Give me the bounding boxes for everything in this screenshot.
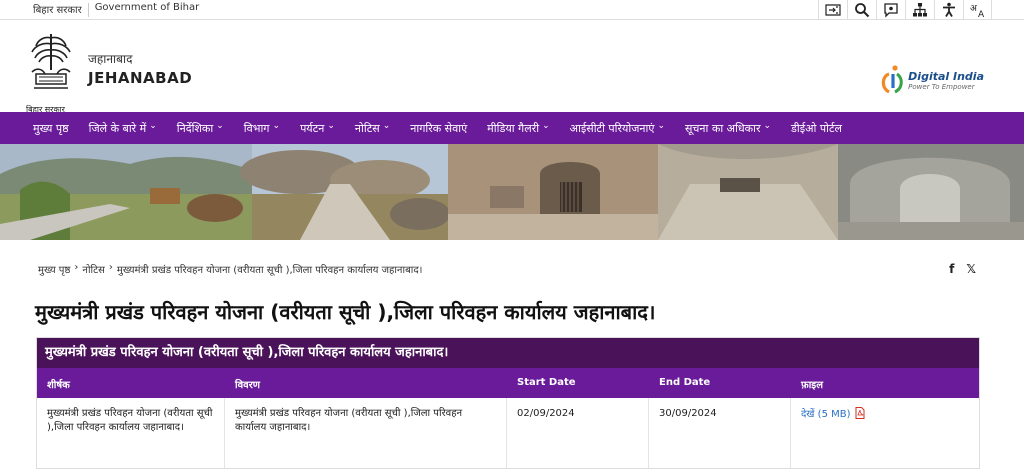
district-name-hindi: जहानाबाद xyxy=(88,52,133,66)
nav-item-label: डीईओ पोर्टल xyxy=(791,121,843,135)
share-links: f 𝕏 xyxy=(937,262,976,276)
chevron-down-icon: ⌄ xyxy=(657,121,665,131)
table-row: मुख्यमंत्री प्रखंड परिवहन योजना (वरीयता … xyxy=(37,398,979,468)
nav-item-label: विभाग xyxy=(243,121,270,135)
banner-image-cave-interior xyxy=(658,144,838,240)
digital-india-title: Digital India xyxy=(908,69,984,83)
breadcrumb-separator: › xyxy=(108,262,113,273)
accessibility-toolbar: अA xyxy=(818,0,992,20)
nav-item-7[interactable]: मीडिया गैलरी ⌄ xyxy=(487,121,549,136)
chevron-down-icon: ⌄ xyxy=(327,121,335,131)
top-bar: बिहार सरकार Government of Bihar अA xyxy=(0,0,1024,20)
nav-item-3[interactable]: विभाग ⌄ xyxy=(244,121,280,136)
government-of-bihar-link[interactable]: Government of Bihar xyxy=(89,2,206,17)
column-header-description: विवरण xyxy=(235,380,261,391)
top-bar-links: बिहार सरकार Government of Bihar xyxy=(27,2,205,17)
cell-description: मुख्यमंत्री प्रखंड परिवहन योजना (वरीयता … xyxy=(225,398,507,468)
column-header-title: शीर्षक xyxy=(47,380,70,391)
banner-image-vault xyxy=(838,144,1024,240)
digital-india-mark-icon xyxy=(881,65,903,94)
cell-title: मुख्यमंत्री प्रखंड परिवहन योजना (वरीयता … xyxy=(37,398,225,468)
svg-text:A: A xyxy=(978,10,985,18)
nav-item-2[interactable]: निर्देशिका ⌄ xyxy=(177,121,224,136)
breadcrumb: मुख्य पृष्ठ › नोटिस › मुख्यमंत्री प्रखंड… xyxy=(38,262,426,276)
site-header: बिहार सरकार जहानाबाद JEHANABAD Digital I… xyxy=(0,20,1024,114)
table-header-row: शीर्षक विवरण Start Date End Date फ़ाइल xyxy=(37,368,979,398)
accessibility-icon[interactable] xyxy=(934,0,963,20)
breadcrumb-notice[interactable]: नोटिस xyxy=(82,262,105,276)
nav-item-label: पर्यटन xyxy=(300,121,325,135)
svg-text:अ: अ xyxy=(970,4,978,14)
pdf-icon[interactable] xyxy=(855,407,865,419)
chevron-down-icon: ⌄ xyxy=(272,121,281,131)
banner-image-hills xyxy=(0,144,252,240)
chevron-down-icon: ⌄ xyxy=(149,121,157,131)
facebook-icon[interactable]: f xyxy=(949,262,954,276)
cell-file: देखें (5 MB) xyxy=(791,398,979,468)
nav-item-1[interactable]: जिले के बारे में ⌄ xyxy=(89,121,157,136)
nav-item-4[interactable]: पर्यटन ⌄ xyxy=(300,121,335,136)
nav-item-label: मीडिया गैलरी xyxy=(487,121,540,135)
digital-india-logo[interactable]: Digital India Power To Empower xyxy=(880,64,984,96)
column-header-end-date: End Date xyxy=(659,377,711,388)
search-icon[interactable] xyxy=(847,0,876,20)
main-navigation: मुख्य पृष्ठ जिले के बारे में ⌄ निर्देशिका ⌄ व… xyxy=(0,112,1024,144)
page-title: मुख्यमंत्री प्रखंड परिवहन योजना (वरीयता … xyxy=(35,300,656,324)
nav-item-10[interactable]: डीईओ पोर्टल xyxy=(791,121,842,136)
table-caption: मुख्यमंत्री प्रखंड परिवहन योजना (वरीयता … xyxy=(37,338,979,368)
digital-india-tagline: Power To Empower xyxy=(908,82,975,91)
chevron-down-icon: ⌄ xyxy=(763,121,772,131)
nav-item-0[interactable]: मुख्य पृष्ठ xyxy=(33,121,69,136)
sitemap-icon[interactable] xyxy=(905,0,934,20)
bihar-sarkar-link[interactable]: बिहार सरकार xyxy=(27,2,88,17)
banner-image-strip xyxy=(0,144,1024,240)
cell-start-date: 02/09/2024 xyxy=(507,398,649,468)
banner-image-rocks xyxy=(240,144,450,240)
nav-item-label: निर्देशिका xyxy=(176,121,214,135)
district-name[interactable]: जहानाबाद JEHANABAD xyxy=(88,50,192,87)
nav-item-8[interactable]: आईसीटी परियोजनाएं ⌄ xyxy=(570,121,665,136)
nav-item-label: जिले के बारे में xyxy=(88,121,147,135)
nav-item-label: नागरिक सेवाएं xyxy=(410,121,468,135)
nav-item-6[interactable]: नागरिक सेवाएं xyxy=(410,121,467,136)
chevron-down-icon: ⌄ xyxy=(542,121,550,131)
skip-to-content-icon[interactable] xyxy=(818,0,847,20)
chevron-down-icon: ⌄ xyxy=(382,121,391,131)
breadcrumb-separator: › xyxy=(74,262,79,273)
district-name-english: JEHANABAD xyxy=(88,69,193,87)
nav-item-9[interactable]: सूचना का अधिकार ⌄ xyxy=(685,121,771,136)
x-twitter-icon[interactable]: 𝕏 xyxy=(966,262,976,276)
column-header-start-date: Start Date xyxy=(517,377,576,388)
breadcrumb-current: मुख्यमंत्री प्रखंड परिवहन योजना (वरीयता … xyxy=(116,265,423,276)
social-media-icon[interactable] xyxy=(876,0,905,20)
language-icon[interactable]: अA xyxy=(963,0,992,20)
chevron-down-icon: ⌄ xyxy=(216,121,224,131)
nav-item-label: सूचना का अधिकार xyxy=(685,121,761,135)
bihar-emblem-logo[interactable] xyxy=(26,30,76,100)
column-header-file: फ़ाइल xyxy=(801,380,823,391)
view-file-link[interactable]: देखें (5 MB) xyxy=(801,409,851,420)
nav-item-label: आईसीटी परियोजनाएं xyxy=(569,121,655,135)
cell-end-date: 30/09/2024 xyxy=(649,398,791,468)
nav-item-label: नोटिस xyxy=(354,121,380,135)
nav-item-label: मुख्य पृष्ठ xyxy=(33,121,69,135)
notice-table: मुख्यमंत्री प्रखंड परिवहन योजना (वरीयता … xyxy=(36,337,980,469)
banner-image-cave-entrance xyxy=(448,144,658,240)
nav-item-5[interactable]: नोटिस ⌄ xyxy=(355,121,390,136)
breadcrumb-home[interactable]: मुख्य पृष्ठ xyxy=(38,262,70,276)
